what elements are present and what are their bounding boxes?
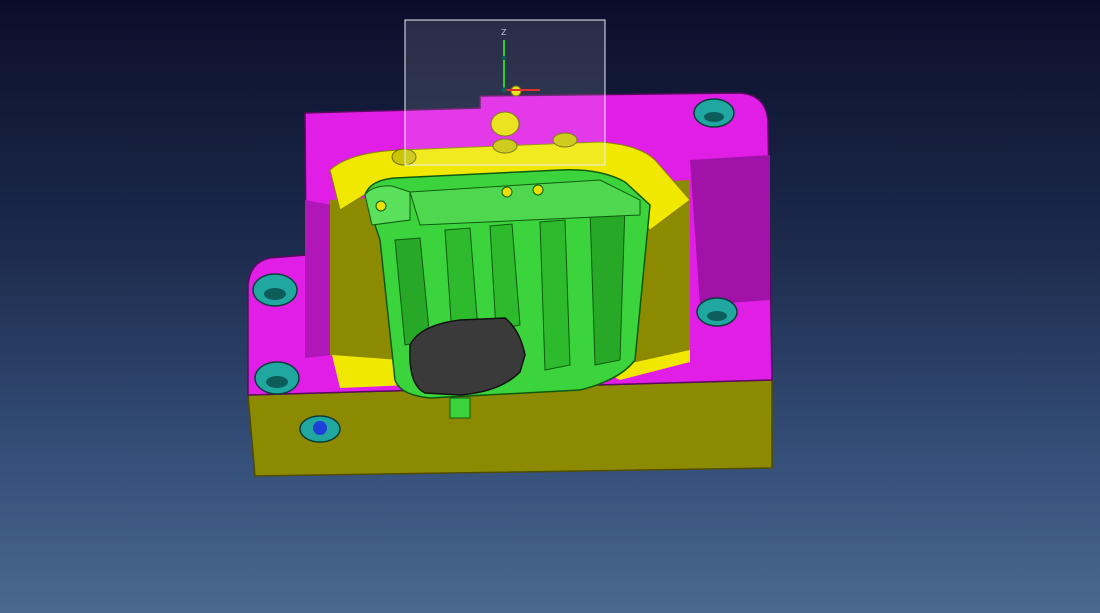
mold-model-scene[interactable]: Z <box>0 0 1100 613</box>
mold-plate-left-wall <box>305 200 332 358</box>
part-gate-tab <box>449 397 471 419</box>
part-top-ledge <box>364 185 411 226</box>
mold-plate-right-pocket <box>690 155 770 305</box>
cad-3d-viewport[interactable]: Z <box>0 0 1100 613</box>
triad-z-label: Z <box>501 28 507 37</box>
blue-dot-icon <box>313 421 327 435</box>
